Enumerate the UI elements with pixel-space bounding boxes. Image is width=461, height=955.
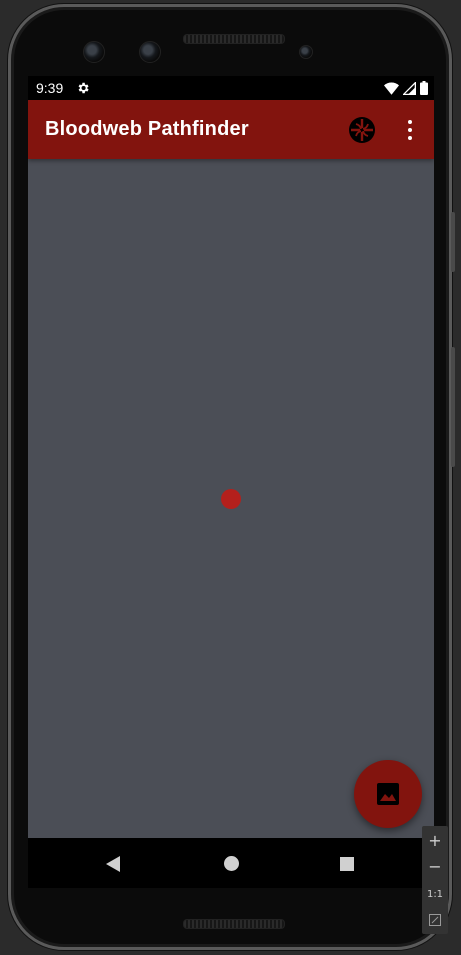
front-camera-right bbox=[139, 41, 161, 63]
center-node[interactable] bbox=[221, 489, 241, 509]
zoom-in-button[interactable]: + bbox=[422, 828, 448, 852]
back-icon[interactable] bbox=[106, 856, 120, 872]
zoom-out-button[interactable]: − bbox=[422, 854, 448, 878]
overflow-menu-icon[interactable] bbox=[400, 118, 420, 142]
one-to-one-button[interactable]: 1:1 bbox=[422, 882, 448, 906]
screen: 9:39 Bloodweb Pathfinder bbox=[28, 76, 434, 888]
entity-logo-icon[interactable] bbox=[348, 116, 376, 144]
signal-icon bbox=[403, 81, 416, 95]
fit-screen-icon[interactable] bbox=[422, 908, 448, 932]
top-speaker bbox=[183, 34, 285, 44]
proximity-sensor bbox=[299, 45, 313, 59]
system-nav-bar bbox=[28, 838, 434, 888]
home-icon[interactable] bbox=[224, 856, 239, 871]
bottom-speaker bbox=[183, 919, 285, 929]
image-icon bbox=[377, 783, 399, 805]
volume-button bbox=[451, 212, 455, 272]
image-fab-button[interactable] bbox=[354, 760, 422, 828]
status-bar: 9:39 bbox=[28, 76, 434, 100]
app-title: Bloodweb Pathfinder bbox=[45, 118, 249, 140]
front-camera-left bbox=[83, 41, 105, 63]
status-time: 9:39 bbox=[36, 80, 64, 96]
settings-gear-icon bbox=[78, 82, 89, 94]
battery-icon bbox=[420, 81, 428, 95]
wifi-icon bbox=[384, 82, 399, 95]
recents-icon[interactable] bbox=[340, 857, 354, 871]
emulator-toolbar: + − 1:1 bbox=[422, 826, 448, 934]
power-button bbox=[451, 347, 455, 467]
app-bar: Bloodweb Pathfinder bbox=[28, 100, 434, 159]
